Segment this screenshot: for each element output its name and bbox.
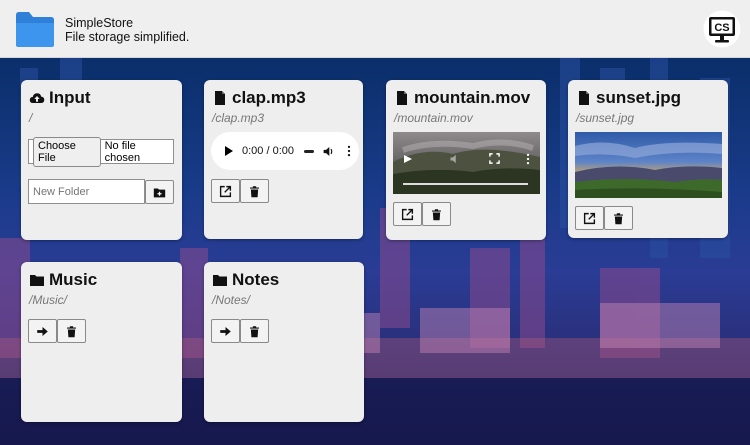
video-progress-bar[interactable] [403, 183, 528, 185]
folder-actions [211, 319, 269, 343]
delete-button[interactable] [604, 206, 633, 230]
new-folder-input[interactable] [28, 179, 145, 204]
card-title-text: mountain.mov [414, 88, 531, 107]
folder-card-music: Music /Music/ [21, 262, 182, 422]
delete-button[interactable] [422, 202, 451, 226]
file-card-sunset: sunset.jpg /sunset.jpg [568, 80, 728, 238]
file-input[interactable]: Choose File No file chosen [28, 136, 174, 167]
file-actions [211, 179, 269, 203]
file-actions [393, 202, 451, 226]
card-path: /Notes/ [212, 293, 251, 307]
open-external-button[interactable] [211, 179, 240, 203]
trash-icon [432, 208, 441, 220]
audio-player[interactable]: 0:00 / 0:00 [211, 132, 359, 170]
external-link-icon [401, 208, 414, 220]
image-preview[interactable] [575, 132, 722, 198]
file-status: No file chosen [104, 139, 141, 164]
play-icon[interactable] [225, 146, 233, 156]
external-link-icon [583, 212, 596, 224]
open-external-button[interactable] [575, 206, 604, 230]
add-folder-button[interactable] [145, 180, 174, 204]
card-title-text: clap.mp3 [232, 88, 306, 107]
open-folder-button[interactable] [28, 319, 57, 343]
folder-plus-icon [153, 187, 166, 197]
trash-icon [614, 212, 623, 224]
folder-icon [213, 275, 227, 286]
more-options-icon[interactable] [526, 153, 530, 165]
trash-icon [250, 325, 259, 337]
input-card: Input / Choose File No file chosen [21, 80, 182, 240]
file-icon [215, 91, 225, 105]
app-tagline: File storage simplified. [65, 30, 190, 44]
volume-icon[interactable] [449, 153, 461, 165]
card-title: Notes [212, 270, 279, 290]
card-path: /mountain.mov [394, 111, 473, 125]
trash-icon [67, 325, 76, 337]
card-title: Input [29, 88, 91, 108]
fullscreen-icon[interactable] [489, 153, 500, 164]
badge-text: CS [714, 22, 729, 34]
folder-card-notes: Notes /Notes/ [204, 262, 364, 422]
file-icon [579, 91, 589, 105]
app-name: SimpleStore [65, 16, 134, 30]
audio-progress-bar[interactable] [304, 149, 314, 153]
folder-actions [28, 319, 86, 343]
delete-button[interactable] [57, 319, 86, 343]
card-path: /clap.mp3 [212, 111, 265, 125]
open-folder-button[interactable] [211, 319, 240, 343]
card-title-text: Notes [232, 270, 280, 289]
audio-time: 0:00 / 0:00 [242, 145, 294, 157]
external-link-icon [219, 185, 232, 197]
file-actions [575, 206, 633, 230]
cs-monitor-icon[interactable]: CS [703, 10, 741, 48]
brand: SimpleStore File storage simplified. [65, 16, 189, 44]
file-icon [397, 91, 407, 105]
more-options-icon[interactable] [347, 145, 351, 157]
video-player[interactable] [393, 132, 540, 194]
delete-button[interactable] [240, 319, 269, 343]
open-external-button[interactable] [393, 202, 422, 226]
card-path: /Music/ [29, 293, 68, 307]
card-title: mountain.mov [394, 88, 530, 108]
top-bar: SimpleStore File storage simplified. CS [0, 0, 750, 58]
arrow-right-icon [220, 326, 231, 336]
folder-icon [16, 12, 54, 47]
card-path: / [29, 111, 33, 125]
play-icon[interactable] [403, 154, 413, 164]
cloud-upload-icon [29, 93, 45, 103]
folder-icon [30, 275, 44, 286]
card-title-text: sunset.jpg [596, 88, 682, 107]
card-title-text: Music [49, 270, 98, 289]
trash-icon [250, 185, 259, 197]
card-title-text: Input [49, 88, 91, 107]
delete-button[interactable] [240, 179, 269, 203]
choose-file-button[interactable]: Choose File [33, 136, 101, 167]
volume-icon[interactable] [322, 145, 335, 158]
file-card-mountain: mountain.mov /mountain.mov [386, 80, 546, 240]
card-title: sunset.jpg [576, 88, 681, 108]
file-card-clap: clap.mp3 /clap.mp3 0:00 / 0:00 [204, 80, 363, 239]
card-title: Music [29, 270, 97, 290]
card-title: clap.mp3 [212, 88, 306, 108]
card-path: /sunset.jpg [576, 111, 635, 125]
arrow-right-icon [37, 326, 48, 336]
